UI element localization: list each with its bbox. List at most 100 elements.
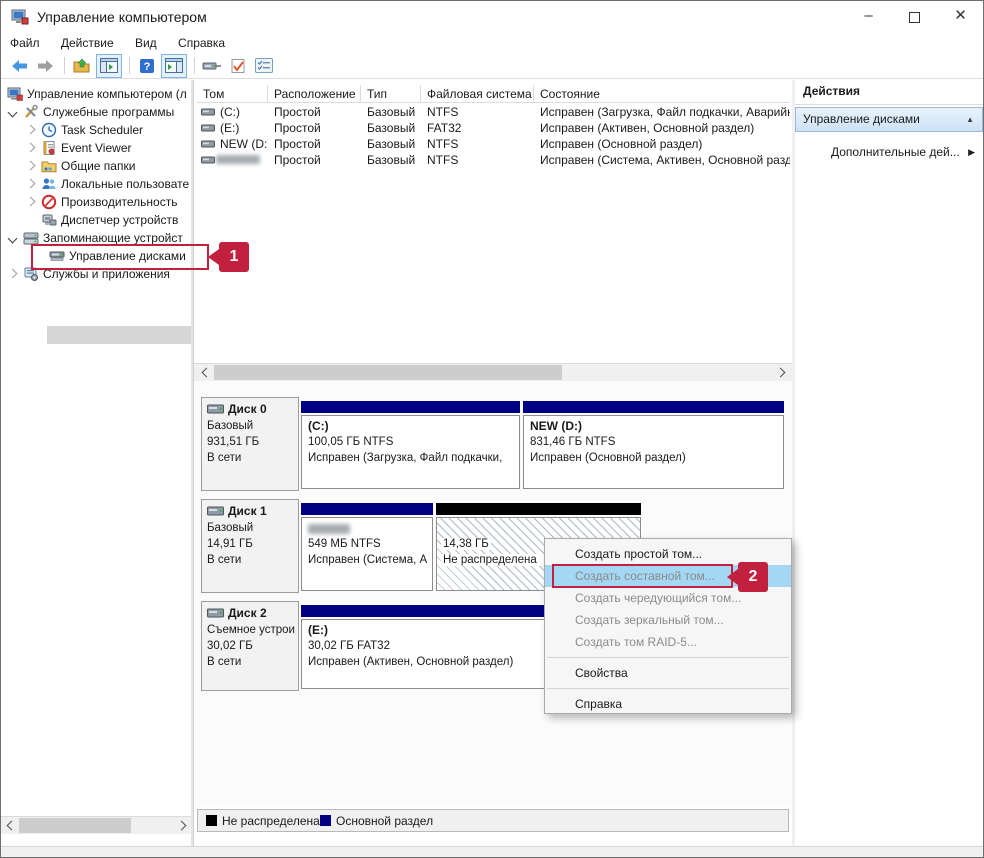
close-button[interactable]: ✕ xyxy=(938,1,983,33)
sidebar-item-device-manager[interactable]: Диспетчер устройств xyxy=(1,211,191,229)
cell-type: Базовый xyxy=(361,152,421,168)
disk-size: 30,02 ГБ xyxy=(207,640,297,652)
disk-kind: Базовый xyxy=(207,522,297,534)
actions-more-item[interactable]: Дополнительные дей... ▶ xyxy=(795,142,983,162)
scroll-left-button[interactable] xyxy=(196,364,213,381)
sidebar-item-label: Локальные пользовате xyxy=(61,175,189,193)
sidebar-item-shared-folders[interactable]: Общие папки xyxy=(1,157,191,175)
check-disk-button[interactable] xyxy=(226,55,250,77)
sidebar-item-task-scheduler[interactable]: Task Scheduler xyxy=(1,121,191,139)
scrollbar-thumb[interactable] xyxy=(19,818,131,833)
partition-label: NEW (D:) xyxy=(530,419,582,433)
unallocated-size: 14,38 ГБ xyxy=(441,538,491,550)
disk2-label-block[interactable]: Диск 2 Съемное устрои 30,02 ГБ В сети xyxy=(201,601,299,691)
partition-status: Исправен (Загрузка, Файл подкачки, xyxy=(308,452,517,464)
cell-layout: Простой xyxy=(268,104,361,120)
sidebar-item-label: Task Scheduler xyxy=(61,121,189,139)
column-header-layout[interactable]: Расположение xyxy=(268,85,361,103)
disk0-label-block[interactable]: Диск 0 Базовый 931,51 ГБ В сети xyxy=(201,397,299,491)
cell-type: Базовый xyxy=(361,136,421,152)
users-icon xyxy=(41,176,57,192)
partition-color-bar xyxy=(523,401,784,413)
scrollbar-thumb[interactable] xyxy=(214,365,562,380)
chevron-right-icon[interactable] xyxy=(26,161,36,171)
scroll-right-button[interactable] xyxy=(773,364,790,381)
window-title: Управление компьютером xyxy=(37,1,207,33)
device-manager-icon xyxy=(41,212,57,228)
sidebar-item-system-tools[interactable]: Служебные программы xyxy=(1,103,191,121)
menu-file[interactable]: Файл xyxy=(1,33,49,53)
minimize-button[interactable]: – xyxy=(846,1,891,33)
partition-color-bar xyxy=(301,503,433,515)
column-header-type[interactable]: Тип xyxy=(361,85,421,103)
partition-label: (E:) xyxy=(308,623,328,637)
column-header-filesystem[interactable]: Файловая система xyxy=(421,85,534,103)
chevron-right-icon[interactable] xyxy=(26,125,36,135)
scroll-left-button[interactable] xyxy=(1,817,18,834)
menu-item-properties[interactable]: Свойства xyxy=(545,662,791,684)
disk-icon xyxy=(207,404,224,415)
toolbar-separator xyxy=(194,57,195,74)
menu-item-create-raid5-volume[interactable]: Создать том RAID-5... xyxy=(545,631,791,653)
toolbar: ? xyxy=(1,53,983,79)
forward-button[interactable] xyxy=(33,55,57,77)
partition-new-d[interactable]: NEW (D:) 831,46 ГБ NTFS Исправен (Основн… xyxy=(523,415,784,489)
toolbar-separator xyxy=(64,57,65,74)
menu-item-help[interactable]: Справка xyxy=(545,693,791,715)
sidebar-item-event-viewer[interactable]: Event Viewer xyxy=(1,139,191,157)
partition-c[interactable]: (C:) 100,05 ГБ NTFS Исправен (Загрузка, … xyxy=(301,415,520,489)
maximize-button[interactable] xyxy=(892,1,937,33)
sidebar-item-label: Служебные программы xyxy=(43,103,189,121)
callout-arrow-icon xyxy=(208,249,219,265)
disk-kind: Съемное устрои xyxy=(207,624,297,636)
cell-volume: NEW (D:) xyxy=(214,136,268,152)
menu-action[interactable]: Действие xyxy=(52,33,123,53)
computer-management-window: Управление компьютером – ✕ Файл Действие… xyxy=(0,0,984,858)
menu-help[interactable]: Справка xyxy=(169,33,234,53)
volume-icon xyxy=(201,123,215,133)
menu-separator xyxy=(547,688,789,689)
partition-system-reserved[interactable]: 549 МБ NTFS Исправен (Система, А xyxy=(301,517,433,591)
sidebar-item-label: Управление компьютером (л xyxy=(27,85,187,103)
show-console-tree-button[interactable] xyxy=(96,54,122,78)
sidebar-item-local-users[interactable]: Локальные пользовате xyxy=(1,175,191,193)
connect-computer-button[interactable] xyxy=(200,55,224,77)
legend-label: Основной раздел xyxy=(336,813,433,829)
checkmark-document-icon xyxy=(230,58,246,74)
show-action-pane-button[interactable] xyxy=(161,54,187,78)
volume-list-horizontal-scrollbar[interactable] xyxy=(194,363,792,381)
partition-color-bar xyxy=(301,401,520,413)
disk1-label-block[interactable]: Диск 1 Базовый 14,91 ГБ В сети xyxy=(201,499,299,593)
collapse-icon[interactable]: ▲ xyxy=(966,108,974,131)
callout-arrow-icon xyxy=(727,569,738,585)
console-tree-pane: Управление компьютером (л Служебные прог… xyxy=(1,80,191,846)
tree-horizontal-scrollbar[interactable] xyxy=(1,816,191,834)
sidebar-item-computer-management[interactable]: Управление компьютером (л xyxy=(1,85,191,103)
toolbar-separator xyxy=(129,57,130,74)
chevron-right-icon[interactable] xyxy=(26,179,36,189)
back-button[interactable] xyxy=(7,55,31,77)
help-button[interactable]: ? xyxy=(135,55,159,77)
export-list-button[interactable] xyxy=(70,55,94,77)
cell-filesystem: NTFS xyxy=(421,152,534,168)
menu-item-create-mirrored-volume[interactable]: Создать зеркальный том... xyxy=(545,609,791,631)
clock-icon xyxy=(41,122,57,138)
chevron-right-icon[interactable] xyxy=(26,197,36,207)
chevron-right-icon[interactable] xyxy=(26,143,36,153)
cell-filesystem: FAT32 xyxy=(421,120,534,136)
app-icon xyxy=(11,8,29,26)
column-header-status[interactable]: Состояние xyxy=(534,85,790,103)
sidebar-item-performance[interactable]: Производительность xyxy=(1,193,191,211)
back-arrow-icon xyxy=(11,59,28,73)
scroll-right-button[interactable] xyxy=(174,817,191,834)
chevron-right-icon[interactable] xyxy=(8,269,18,279)
menu-view[interactable]: Вид xyxy=(126,33,166,53)
console-tree-icon xyxy=(100,58,118,73)
properties-button[interactable] xyxy=(252,55,276,77)
column-header-volume[interactable]: Том xyxy=(197,85,268,103)
chevron-down-icon[interactable] xyxy=(8,108,18,118)
chevron-down-icon[interactable] xyxy=(8,234,18,244)
actions-group-disk-management[interactable]: Управление дисками ▲ xyxy=(795,107,983,132)
tools-icon xyxy=(23,104,39,120)
cell-filesystem: NTFS xyxy=(421,136,534,152)
